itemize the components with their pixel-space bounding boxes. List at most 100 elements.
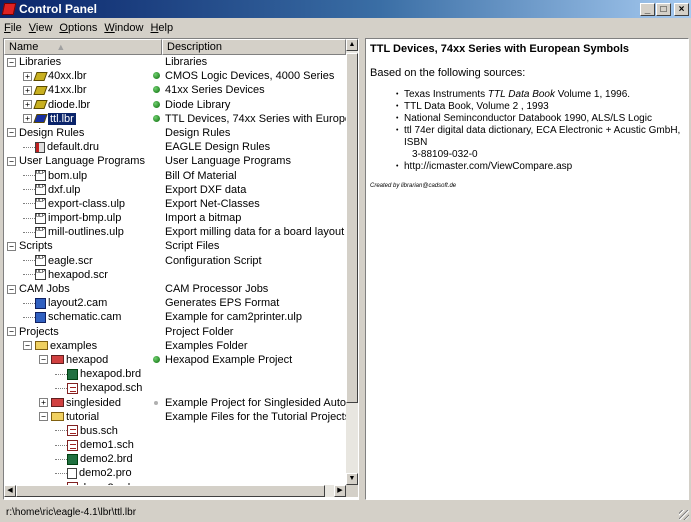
tree-node[interactable]: ULP export-class.ulp (23, 198, 125, 210)
menu-view[interactable]: View (29, 22, 53, 34)
in-use-status-icon[interactable] (153, 355, 160, 363)
tree-row[interactable]: − Projects Project Folder (4, 325, 346, 339)
tree-row[interactable]: demo2.pro (4, 466, 346, 480)
tree-node[interactable]: +40xx.lbr (23, 70, 87, 82)
tree-node[interactable]: demo2.pro (55, 467, 132, 479)
collapse-icon[interactable]: − (7, 156, 16, 166)
menu-options[interactable]: Options (59, 22, 97, 34)
tree-row[interactable]: ULP hexapod.scr (4, 268, 346, 282)
scroll-down-icon[interactable]: ▼ (346, 473, 358, 485)
tree-node[interactable]: ULP bom.ulp (23, 170, 87, 182)
tree-node[interactable]: hexapod.brd (55, 368, 141, 380)
menu-window[interactable]: Window (104, 22, 143, 34)
tree-row[interactable]: − tutorial Example Files for the Tutorial … (4, 410, 346, 424)
tree-node[interactable]: − CAM Jobs (7, 283, 70, 295)
horizontal-scroll-thumb[interactable] (16, 485, 325, 497)
tree-row[interactable]: ULP bom.ulp Bill Of Material (4, 169, 346, 183)
maximize-button[interactable]: □ (656, 2, 671, 16)
expand-icon[interactable]: + (23, 85, 32, 95)
tree-row[interactable]: +40xx.lbr CMOS Logic Devices, 4000 Series (4, 69, 346, 83)
collapse-icon[interactable]: − (7, 241, 16, 251)
tree-node[interactable]: +41xx.lbr (23, 84, 87, 96)
tree-node[interactable]: ULP eagle.scr (23, 255, 93, 267)
tree-node[interactable]: + singlesided (39, 397, 121, 409)
tree-row[interactable]: bus.sch (4, 424, 346, 438)
tree-node[interactable]: − Projects (7, 326, 59, 338)
tree-node[interactable]: − Scripts (7, 240, 53, 252)
collapse-icon[interactable]: − (39, 355, 48, 365)
tree-node[interactable]: − Libraries (7, 56, 61, 68)
in-use-status-icon[interactable] (153, 72, 160, 80)
scroll-right-icon[interactable]: ▶ (334, 485, 346, 497)
expand-icon[interactable]: + (39, 398, 48, 407)
collapse-icon[interactable]: − (7, 327, 16, 337)
tree-row[interactable]: − Scripts Script Files (4, 239, 346, 253)
vertical-scrollbar[interactable]: ▲ ▼ (346, 39, 358, 485)
tree-row[interactable]: hexapod.brd (4, 367, 346, 381)
expand-icon[interactable]: + (23, 100, 32, 110)
tree-row[interactable]: − CAM Jobs CAM Processor Jobs (4, 282, 346, 296)
scroll-left-icon[interactable]: ◀ (4, 485, 16, 497)
tree-row[interactable]: ULP export-class.ulp Export Net-Classes (4, 197, 346, 211)
scroll-up-icon[interactable]: ▲ (346, 39, 358, 51)
collapse-icon[interactable]: − (7, 57, 16, 67)
tree-row[interactable]: ULP dxf.ulp Export DXF data (4, 183, 346, 197)
tree-node[interactable]: ULP import-bmp.ulp (23, 212, 121, 224)
minimize-button[interactable]: _ (640, 2, 655, 16)
tree-row[interactable]: schematic.cam Example for cam2printer.ulp (4, 310, 346, 324)
tree-node[interactable]: − tutorial (39, 411, 99, 423)
tree-node[interactable]: demo2.brd (55, 453, 133, 465)
tree-node[interactable]: − User Language Programs (7, 155, 145, 167)
tree-node[interactable]: − examples (23, 340, 97, 352)
collapse-icon[interactable]: − (7, 128, 16, 138)
tree-node[interactable]: + ttl.lbr (23, 112, 76, 125)
tree-node[interactable]: bus.sch (55, 425, 118, 437)
collapse-icon[interactable]: − (39, 412, 48, 422)
tree-node[interactable]: − hexapod (39, 354, 108, 366)
tree-node[interactable]: ULP dxf.ulp (23, 184, 80, 196)
tree-node[interactable]: layout2.cam (23, 297, 107, 309)
tree-row[interactable]: demo1.sch (4, 438, 346, 452)
source-item[interactable]: http://icmaster.com/ViewCompare.asp (396, 161, 684, 173)
tree-row[interactable]: − Design Rules Design Rules (4, 126, 346, 140)
close-button[interactable]: × (674, 2, 689, 16)
menu-file[interactable]: File (4, 22, 22, 34)
tree-row[interactable]: ULP import-bmp.ulp Import a bitmap (4, 211, 346, 225)
tree-node[interactable]: hexapod.sch (55, 382, 142, 394)
tree-row[interactable]: − examples Examples Folder (4, 339, 346, 353)
tree-row[interactable]: +41xx.lbr 41xx Series Devices (4, 83, 346, 97)
column-header-name[interactable]: Name ▲ (4, 39, 162, 55)
menu-help[interactable]: Help (150, 22, 173, 34)
status-dot-icon[interactable] (154, 400, 158, 405)
column-header-description[interactable]: Description (162, 39, 346, 55)
tree-row[interactable]: ULP eagle.scr Configuration Script (4, 254, 346, 268)
collapse-icon[interactable]: − (23, 341, 32, 351)
in-use-status-icon[interactable] (153, 100, 160, 108)
tree-row[interactable]: ULP mill-outlines.ulp Export milling data … (4, 225, 346, 239)
tree-node[interactable]: demo1.sch (55, 439, 134, 451)
tree-row[interactable]: demo2.brd (4, 452, 346, 466)
tree-row[interactable]: + ttl.lbr TTL Devices, 74xx Series with Eu… (4, 112, 346, 126)
tree-row[interactable]: hexapod.sch (4, 381, 346, 395)
expand-icon[interactable]: + (23, 71, 32, 81)
tree-row[interactable]: default.dru EAGLE Design Rules (4, 140, 346, 154)
tree-row[interactable]: − User Language Programs User Language Pro… (4, 154, 346, 168)
tree-node[interactable]: ULP mill-outlines.ulp (23, 226, 124, 238)
tree-node[interactable]: ULP hexapod.scr (23, 269, 108, 281)
in-use-status-icon[interactable] (153, 114, 160, 122)
tree-row[interactable]: layout2.cam Generates EPS Format (4, 296, 346, 310)
collapse-icon[interactable]: − (7, 284, 16, 294)
tree-row[interactable]: + singlesided Example Project for Singlesi… (4, 396, 346, 410)
tree-node[interactable]: default.dru (23, 141, 99, 153)
tree-node[interactable]: schematic.cam (23, 311, 121, 323)
tree-node[interactable]: + diode.lbr (23, 99, 90, 111)
vertical-scroll-thumb[interactable] (346, 53, 358, 403)
horizontal-scrollbar[interactable]: ◀ ▶ (4, 485, 346, 497)
tree-node[interactable]: − Design Rules (7, 127, 84, 139)
expand-icon[interactable]: + (23, 114, 32, 124)
title-bar[interactable]: Control Panel _ □ × (0, 0, 691, 18)
tree-row[interactable]: + diode.lbr Diode Library (4, 98, 346, 112)
tree-row[interactable]: − hexapod Hexapod Example Project (4, 353, 346, 367)
resize-grip-icon[interactable] (679, 510, 689, 520)
in-use-status-icon[interactable] (153, 86, 160, 94)
